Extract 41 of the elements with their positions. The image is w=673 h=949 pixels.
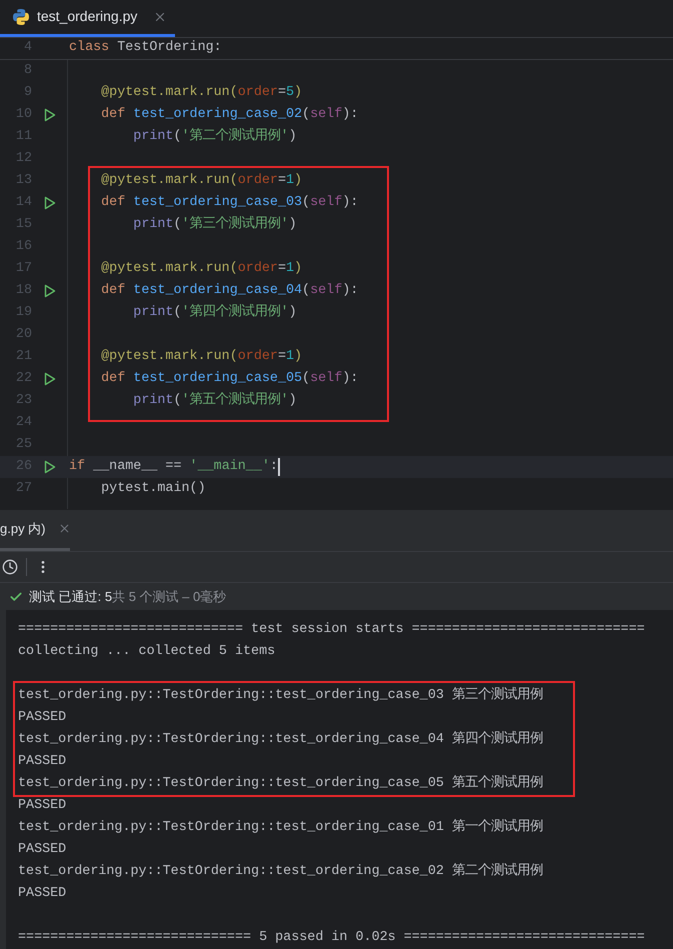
console-line: ============================= 5 passed in 0.02s ==============================: [18, 928, 645, 947]
console-line: test_ordering.py::TestOrdering::test_ordering_case_02 第二个测试用例: [18, 862, 543, 881]
run-icon[interactable]: [44, 284, 56, 298]
code-text: def test_ordering_case_04(self):: [100, 282, 358, 300]
close-icon[interactable]: [58, 522, 71, 535]
console-line: ============================ test session starts =============================: [18, 620, 645, 639]
test-summary: 共 5 个测试 – 0毫秒: [112, 588, 226, 606]
code-text: print('第三个测试用例'): [132, 215, 297, 234]
console-line: PASSED: [18, 708, 66, 727]
code-text: class TestOrdering:: [69, 39, 222, 58]
code-text: print('第二个测试用例'): [132, 127, 297, 146]
python-icon: [13, 8, 29, 24]
code-text: @pytest.mark.run(order=1): [100, 172, 302, 190]
code-text: def test_ordering_case_02(self):: [100, 106, 358, 124]
console-line: test_ordering.py::TestOrdering::test_ordering_case_04 第四个测试用例: [18, 730, 543, 749]
run-icon[interactable]: [44, 196, 56, 210]
check-icon: [9, 590, 23, 604]
code-text: print('第五个测试用例'): [132, 391, 297, 410]
test-status: 测试 已通过: 5: [29, 588, 112, 606]
code-text: def test_ordering_case_05(self):: [100, 370, 358, 388]
file-tab[interactable]: test_ordering.py: [0, 0, 176, 37]
code-text: if __name__ == '__main__':: [69, 458, 278, 476]
run-icon[interactable]: [44, 460, 56, 474]
console-line: PASSED: [18, 796, 66, 815]
console-line: PASSED: [18, 884, 66, 903]
console-line: PASSED: [18, 840, 66, 859]
run-icon[interactable]: [44, 108, 56, 122]
history-icon[interactable]: [2, 559, 18, 576]
console-line: PASSED: [18, 752, 66, 771]
code-text: @pytest.mark.run(order=1): [100, 348, 302, 366]
code-text: @pytest.mark.run(order=5): [100, 84, 302, 102]
code-text: @pytest.mark.run(order=1): [100, 260, 302, 278]
console-line: collecting ... collected 5 items: [18, 642, 276, 661]
code-text: def test_ordering_case_03(self):: [100, 194, 358, 212]
text-cursor: [278, 458, 280, 476]
console-line: test_ordering.py::TestOrdering::test_ordering_case_03 第三个测试用例: [18, 686, 543, 705]
console-line: test_ordering.py::TestOrdering::test_ordering_case_01 第一个测试用例: [18, 818, 543, 837]
code-text: pytest.main(): [100, 480, 206, 498]
console-line: test_ordering.py::TestOrdering::test_ordering_case_05 第五个测试用例: [18, 774, 543, 793]
code-text: print('第四个测试用例'): [132, 303, 297, 322]
run-icon[interactable]: [44, 372, 56, 386]
